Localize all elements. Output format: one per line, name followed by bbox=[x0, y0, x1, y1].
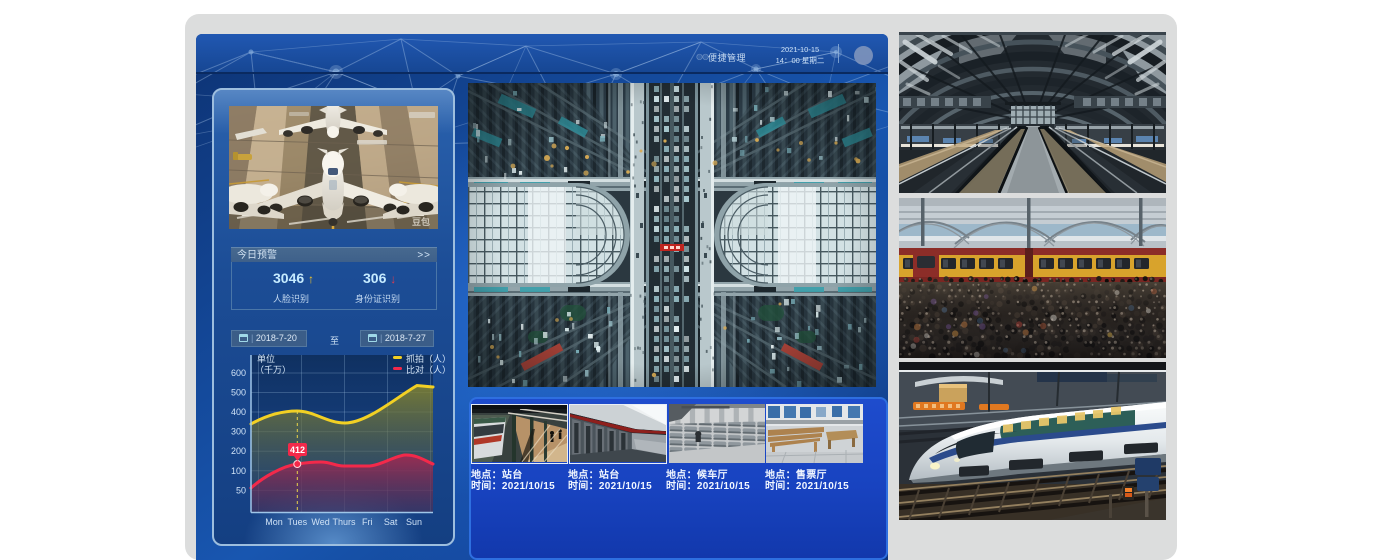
svg-text:Mon: Mon bbox=[265, 517, 283, 527]
svg-text:400: 400 bbox=[231, 407, 246, 417]
svg-text:200: 200 bbox=[231, 446, 246, 456]
svg-text:豆包: 豆包 bbox=[412, 216, 430, 227]
svg-text:Fri: Fri bbox=[362, 517, 373, 527]
svg-text:500: 500 bbox=[231, 388, 246, 398]
svg-text:Sat: Sat bbox=[384, 517, 398, 527]
svg-text:单位: 单位 bbox=[257, 353, 275, 364]
svg-text:Wed: Wed bbox=[311, 517, 329, 527]
svg-text:50: 50 bbox=[236, 485, 246, 495]
svg-text:Sun: Sun bbox=[406, 517, 422, 527]
svg-text:Thurs: Thurs bbox=[332, 517, 356, 527]
svg-text:412: 412 bbox=[290, 445, 305, 455]
svg-text:300: 300 bbox=[231, 427, 246, 437]
svg-text:100: 100 bbox=[231, 466, 246, 476]
svg-text:Tues: Tues bbox=[287, 517, 307, 527]
svg-text:（千万）: （千万） bbox=[255, 365, 291, 375]
svg-text:600: 600 bbox=[231, 368, 246, 378]
svg-text:比对（人）: 比对（人） bbox=[406, 364, 451, 375]
svg-text:抓拍（人）: 抓拍（人） bbox=[406, 353, 451, 364]
